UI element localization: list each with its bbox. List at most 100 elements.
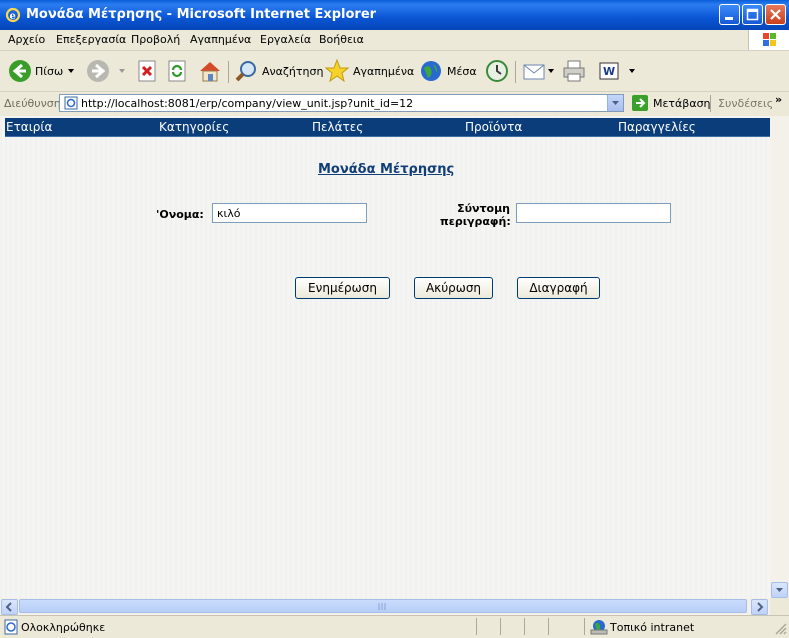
page-icon <box>64 96 78 110</box>
address-dropdown-button[interactable] <box>607 95 623 111</box>
zone-text: Τοπικό intranet <box>610 621 695 634</box>
chevron-down-icon <box>612 101 619 105</box>
back-label: Πίσω <box>35 65 64 78</box>
update-button[interactable]: Ενημέρωση <box>295 277 390 299</box>
address-bar: Διεύθυνση http://localhost:8081/erp/comp… <box>0 92 789 116</box>
history-icon <box>486 60 508 82</box>
nav-company[interactable]: Εταιρία <box>6 120 52 134</box>
printer-icon <box>563 60 585 82</box>
back-button[interactable]: Πίσω <box>8 59 74 83</box>
status-bar: Ολοκληρώθηκε Τοπικό intranet <box>0 615 789 638</box>
menu-view[interactable]: Προβολή <box>131 33 180 46</box>
search-button[interactable]: Αναζήτηση <box>234 59 323 83</box>
name-label: 'Ονομα: <box>156 208 204 221</box>
menu-favorites[interactable]: Αγαπημένα <box>190 33 251 46</box>
chevron-right-icon <box>757 602 764 612</box>
page-content: Εταιρία Κατηγορίες Πελάτες Προϊόντα Παρα… <box>0 116 770 598</box>
grip-icon <box>378 603 386 610</box>
main-nav: Εταιρία Κατηγορίες Πελάτες Προϊόντα Παρα… <box>5 118 770 137</box>
address-input[interactable]: http://localhost:8081/erp/company/view_u… <box>59 94 624 112</box>
scroll-corner <box>770 598 789 615</box>
maximize-icon <box>746 8 759 21</box>
status-separator <box>524 618 525 635</box>
forward-button[interactable] <box>86 59 126 83</box>
scroll-left-button[interactable] <box>1 599 18 615</box>
scroll-right-button[interactable] <box>751 599 768 615</box>
favorites-label: Αγαπημένα <box>353 65 415 78</box>
chevron-down-icon <box>68 69 74 73</box>
history-button[interactable] <box>484 59 510 83</box>
nav-orders[interactable]: Παραγγελίες <box>618 120 696 134</box>
chevron-right-icon[interactable]: » <box>775 93 782 106</box>
horizontal-scrollbar[interactable] <box>0 598 770 615</box>
edit-word-button[interactable]: W <box>598 59 638 83</box>
status-separator <box>500 618 501 635</box>
delete-button[interactable]: Διαγραφή <box>517 277 600 299</box>
media-label: Μέσα <box>447 65 477 78</box>
windows-flag-icon <box>763 33 776 46</box>
nav-products[interactable]: Προϊόντα <box>465 120 522 134</box>
stop-button[interactable] <box>136 59 160 83</box>
address-separator <box>710 95 711 112</box>
go-button[interactable]: Μετάβαση <box>631 94 711 114</box>
mail-icon <box>523 64 545 80</box>
media-button[interactable]: Μέσα <box>419 59 477 83</box>
status-separator <box>548 618 549 635</box>
word-icon: W <box>599 62 619 80</box>
window-title: Μονάδα Μέτρησης - Microsoft Internet Exp… <box>26 7 377 22</box>
menu-file[interactable]: Αρχείο <box>8 33 45 46</box>
status-separator <box>476 618 477 635</box>
toolbar: Πίσω Αναζήτηση Αγαπημένα Μέσα W <box>0 51 789 92</box>
short-description-label-line2: περιγραφή: <box>440 215 511 228</box>
back-arrow-icon <box>9 60 31 82</box>
toolbar-separator <box>515 61 516 83</box>
print-button[interactable] <box>561 59 587 83</box>
chevron-down-icon <box>548 69 554 73</box>
refresh-button[interactable] <box>166 59 190 83</box>
scroll-down-button[interactable] <box>771 582 788 598</box>
resize-grip-icon[interactable] <box>774 622 787 635</box>
forward-arrow-icon <box>87 60 109 82</box>
home-icon <box>200 62 220 82</box>
ie-icon: e <box>5 7 21 23</box>
chevron-down-icon <box>119 69 125 73</box>
nav-categories[interactable]: Κατηγορίες <box>159 120 229 134</box>
toolbar-separator <box>228 61 229 83</box>
chevron-left-icon <box>5 602 12 612</box>
status-text: Ολοκληρώθηκε <box>21 621 106 634</box>
menu-bar: Αρχείο Επεξεργασία Προβολή Αγαπημένα Εργ… <box>0 30 789 51</box>
maximize-button[interactable] <box>742 4 763 25</box>
search-icon <box>235 61 256 82</box>
short-description-input[interactable] <box>516 203 671 223</box>
media-globe-icon <box>421 61 441 81</box>
title-bar: e Μονάδα Μέτρησης - Microsoft Internet E… <box>0 0 789 30</box>
mail-button[interactable] <box>522 59 556 83</box>
status-separator <box>584 618 585 635</box>
menu-help[interactable]: Βοήθεια <box>319 33 364 46</box>
menu-tools[interactable]: Εργαλεία <box>260 33 311 46</box>
home-button[interactable] <box>197 59 223 83</box>
windows-logo <box>748 30 789 50</box>
page-title[interactable]: Μονάδα Μέτρησης <box>318 162 454 177</box>
chevron-down-icon <box>776 588 783 592</box>
name-input[interactable] <box>212 203 367 223</box>
minimize-button[interactable] <box>719 4 740 25</box>
links-label[interactable]: Συνδέσεις <box>718 97 773 110</box>
stop-icon <box>138 60 156 82</box>
page-done-icon <box>4 619 18 635</box>
menu-edit[interactable]: Επεξεργασία <box>56 33 126 46</box>
short-description-label: Σύντομη περιγραφή: <box>440 202 511 228</box>
star-icon <box>324 58 350 83</box>
go-label: Μετάβαση <box>653 97 711 110</box>
minimize-icon <box>725 17 733 20</box>
horizontal-scroll-thumb[interactable] <box>19 599 747 613</box>
close-button[interactable] <box>765 4 786 25</box>
vertical-scrollbar[interactable] <box>770 116 789 598</box>
favorites-button[interactable]: Αγαπημένα <box>324 58 415 83</box>
cancel-button[interactable]: Ακύρωση <box>414 277 493 299</box>
address-label: Διεύθυνση <box>4 97 61 110</box>
address-url: http://localhost:8081/erp/company/view_u… <box>81 97 414 110</box>
chevron-down-icon <box>629 69 635 73</box>
go-arrow-icon <box>632 95 648 111</box>
nav-customers[interactable]: Πελάτες <box>312 120 363 134</box>
